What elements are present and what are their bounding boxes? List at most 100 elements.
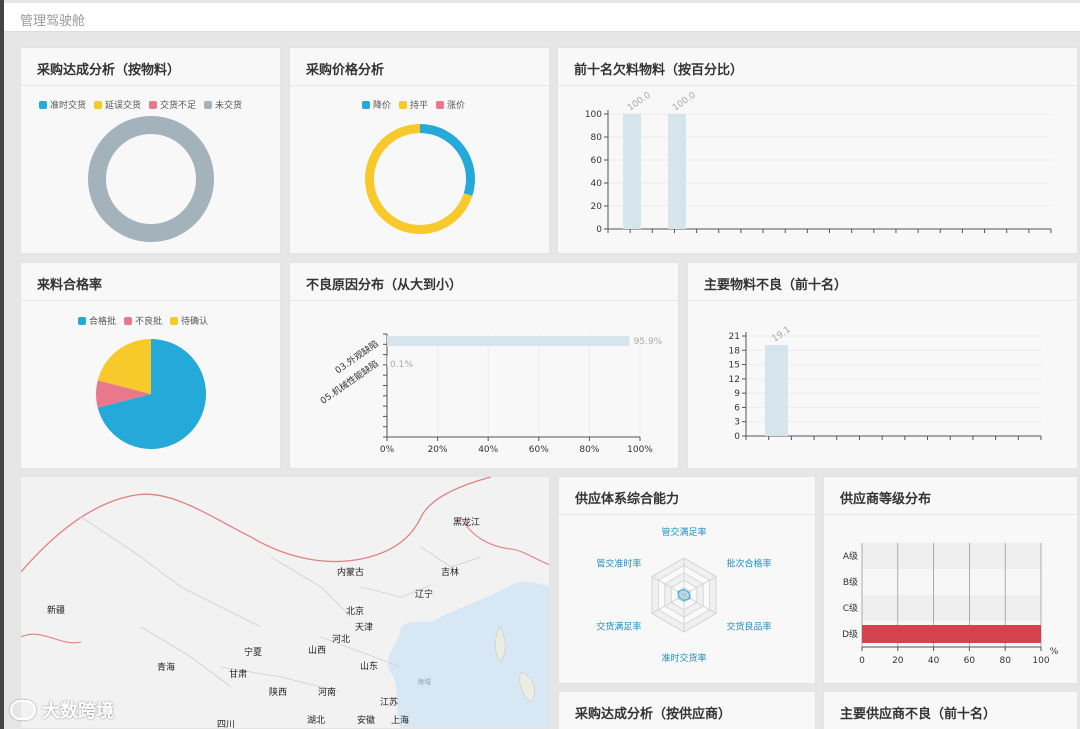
chat-bubble-icon bbox=[10, 700, 36, 720]
bar-chart-material-defect: 0 3 6 9 12 15 18 21 19.1 bbox=[729, 325, 1042, 442]
category-label: A级 bbox=[843, 550, 858, 562]
donut-chart-material bbox=[88, 116, 214, 242]
donut-chart-price bbox=[365, 124, 475, 234]
y-tick-label: 0 bbox=[596, 225, 602, 235]
radar-axis-label: 批次合格率 bbox=[727, 558, 772, 570]
bar[interactable] bbox=[765, 345, 788, 436]
map-region-label: 四川 bbox=[217, 720, 236, 729]
radar-chart-capability: 管交满足率批次合格率交货良品率准时交货率 交货满足率 管交准时率 bbox=[596, 526, 772, 664]
y-tick-label: 21 bbox=[729, 332, 740, 342]
radar-axis-label: 交货满足率 bbox=[596, 621, 641, 633]
y-tick-label: 6 bbox=[734, 403, 740, 413]
radar-axis-label: 交货良品率 bbox=[727, 621, 772, 633]
border-line-west bbox=[21, 633, 82, 644]
watermark: 大数跨境 bbox=[10, 697, 114, 723]
y-tick-label: 3 bbox=[734, 418, 740, 428]
bar-value-label: 95.9% bbox=[634, 337, 663, 347]
map-region-label: 黑龙江 bbox=[453, 518, 481, 528]
y-tick-label: 0 bbox=[734, 432, 740, 442]
map-region-label: 辽宁 bbox=[415, 590, 434, 600]
bar-chart-shortage: 0 20 40 60 80 100 100.0 100.0 bbox=[585, 90, 1052, 235]
y-tick-label: 20 bbox=[591, 202, 603, 212]
x-tick-label: 0 bbox=[859, 656, 865, 666]
panel-incoming-pass-rate: 来料合格率 合格批 不良批 待确认 bbox=[20, 262, 281, 469]
map-region-label: 北京 bbox=[346, 607, 365, 617]
watermark-text: 大数跨境 bbox=[42, 701, 114, 722]
map-region-label: 海域 bbox=[417, 678, 431, 686]
y-tick-label: 80 bbox=[591, 133, 603, 143]
map-region-label: 新疆 bbox=[47, 606, 66, 616]
x-tick-label: 80 bbox=[999, 656, 1011, 666]
y-tick-label: 18 bbox=[729, 346, 741, 356]
pie-slice[interactable] bbox=[420, 124, 475, 196]
x-tick-label: 100% bbox=[627, 445, 653, 455]
panel-title: 采购达成分析（按供应商） bbox=[575, 707, 732, 722]
map-region-label: 青海 bbox=[157, 663, 176, 673]
hbar-chart-supplier-grade: A级 B级 C级 D级 0 20 40 60 80 100% bbox=[842, 543, 1059, 666]
x-tick-label: 20% bbox=[428, 445, 448, 455]
bar[interactable] bbox=[387, 336, 630, 346]
unit-label: % bbox=[1050, 647, 1059, 657]
panel-shortage-top10: 前十名欠料物料（按百分比） 0 20 40 60 80 100 100.0 100.0 bbox=[557, 47, 1078, 254]
bar-value-label: 19.1 bbox=[770, 325, 792, 345]
pie-chart-pass-rate bbox=[96, 339, 206, 449]
top-bar: 管理驾驶舱 bbox=[4, 3, 1080, 32]
category-label: C级 bbox=[843, 602, 858, 614]
panel-price-analysis: 采购价格分析 降价 持平 涨价 bbox=[289, 47, 550, 254]
supplier-map[interactable]: 黑龙江 内蒙古 吉林 辽宁 新疆 北京 天津 河北 山西 宁夏 青海 甘肃 山东 陕西 河南 江苏 安徽 上海 湖北… bbox=[20, 476, 550, 729]
category-label: B级 bbox=[843, 576, 858, 588]
radar-axis-label: 准时交货率 bbox=[661, 652, 706, 664]
band bbox=[862, 569, 1041, 595]
border-line bbox=[21, 477, 492, 573]
x-tick-label: 80% bbox=[579, 445, 599, 455]
window-left-edge bbox=[0, 0, 4, 729]
sea-area bbox=[388, 581, 549, 728]
y-tick-label: 100 bbox=[585, 110, 602, 120]
x-tick-label: 20 bbox=[892, 656, 904, 666]
x-tick-label: 60% bbox=[529, 445, 549, 455]
bar[interactable] bbox=[668, 114, 686, 229]
map-region-label: 河南 bbox=[318, 688, 337, 698]
panel-material-defect-top10: 主要物料不良（前十名） 0 3 6 9 12 15 18 21 19.1 bbox=[687, 262, 1078, 469]
bar-value-label: 100.0 bbox=[671, 90, 698, 113]
panel-material-delivery: 采购达成分析（按物料） 准时交货 延误交货 交货不足 未交货 bbox=[20, 47, 281, 254]
panel-supplier-defect-top10: 主要供应商不良（前十名） bbox=[823, 691, 1078, 729]
panel-defect-reasons: 不良原因分布（从大到小） 0% 20% 40% 60% 80% 100% 95.9% 03.外… bbox=[289, 262, 679, 469]
y-tick-label: 60 bbox=[591, 156, 603, 166]
bar-value-label: 0.1% bbox=[390, 360, 413, 370]
map-region-label: 宁夏 bbox=[244, 648, 263, 658]
map-region-label: 上海 bbox=[391, 716, 410, 726]
x-tick-label: 40 bbox=[928, 656, 940, 666]
x-tick-label: 40% bbox=[478, 445, 498, 455]
band bbox=[862, 595, 1041, 621]
y-tick-label: 12 bbox=[729, 375, 740, 385]
panel-title: 主要供应商不良（前十名） bbox=[840, 707, 997, 722]
bar[interactable] bbox=[862, 625, 1041, 643]
bar[interactable] bbox=[623, 114, 641, 229]
bar[interactable] bbox=[387, 356, 388, 366]
panel-supplier-grade: 供应商等级分布 A级 B级 C级 D级 0 20 40 60 80 100% bbox=[823, 476, 1078, 684]
x-tick-label: 0% bbox=[380, 445, 395, 455]
map-region-label: 山西 bbox=[308, 646, 327, 656]
panel-supply-capability: 供应体系综合能力 管交满足率 批次合格率 交货良品率 准时交货率 交货满足率 管交准时率 bbox=[558, 476, 816, 684]
bar-value-label: 100.0 bbox=[626, 90, 653, 113]
hbar-chart-defect-reasons: 0% 20% 40% 60% 80% 100%95.9%03.外观缺陷 0.1%05.机械性… bbox=[318, 333, 663, 455]
pie-slice[interactable] bbox=[88, 116, 214, 242]
y-tick-label: 9 bbox=[734, 389, 740, 399]
map-region-label: 河北 bbox=[332, 635, 351, 645]
map-region-label: 内蒙古 bbox=[337, 568, 365, 578]
x-tick-label: 60 bbox=[964, 656, 976, 666]
map-region-label: 湖北 bbox=[307, 716, 326, 726]
map-region-label: 陕西 bbox=[269, 688, 288, 698]
map-region-label: 江苏 bbox=[380, 698, 399, 708]
category-label: D级 bbox=[842, 628, 858, 640]
map-region-label: 天津 bbox=[355, 623, 374, 633]
map-region-label: 甘肃 bbox=[229, 670, 248, 680]
band bbox=[862, 543, 1041, 569]
x-tick-label: 100 bbox=[1032, 656, 1049, 666]
y-tick-label: 15 bbox=[729, 361, 740, 371]
y-tick-label: 40 bbox=[591, 179, 603, 189]
radar-axis-label: 管交满足率 bbox=[661, 526, 706, 538]
map-region-label: 安徽 bbox=[357, 716, 376, 726]
radar-axis-label: 管交准时率 bbox=[596, 558, 641, 570]
